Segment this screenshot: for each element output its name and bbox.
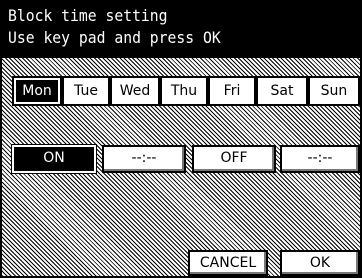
day-button-sun[interactable]: Sun bbox=[310, 78, 358, 104]
day-button-thu[interactable]: Thu bbox=[162, 78, 206, 104]
ok-button[interactable]: OK bbox=[280, 250, 360, 276]
header-bar: Block time setting Use key pad and press… bbox=[2, 2, 360, 58]
instruction-text: Use key pad and press OK bbox=[8, 28, 221, 47]
day-button-fri[interactable]: Fri bbox=[210, 78, 254, 104]
touch-panel-screen: Block time setting Use key pad and press… bbox=[0, 0, 362, 278]
screen-title: Block time setting bbox=[8, 6, 168, 25]
day-button-wed[interactable]: Wed bbox=[112, 78, 158, 104]
day-button-tue[interactable]: Tue bbox=[64, 78, 108, 104]
off-button[interactable]: OFF bbox=[192, 145, 276, 173]
day-button-sat[interactable]: Sat bbox=[258, 78, 306, 104]
off-time-field[interactable]: --:-- bbox=[280, 145, 360, 173]
on-button[interactable]: ON bbox=[12, 145, 96, 173]
cancel-button[interactable]: CANCEL bbox=[188, 250, 268, 276]
day-button-mon[interactable]: Mon bbox=[14, 78, 60, 104]
on-time-field[interactable]: --:-- bbox=[102, 145, 186, 173]
